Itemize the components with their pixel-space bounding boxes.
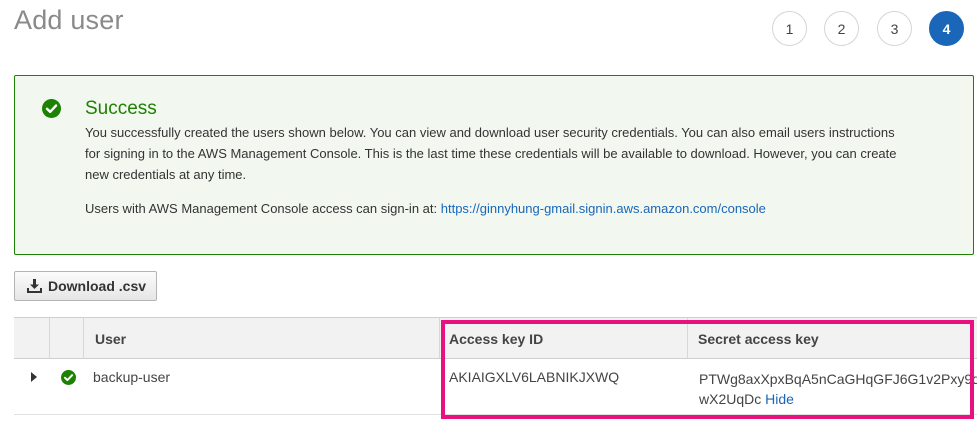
user-name-cell: backup-user: [93, 369, 171, 385]
download-icon: [27, 279, 42, 293]
download-csv-button[interactable]: Download .csv: [14, 271, 157, 301]
step-2-button[interactable]: 2: [824, 11, 859, 46]
wizard-steps: 1 2 3 4: [0, 11, 977, 47]
table-header: User Access key ID Secret access key: [14, 317, 977, 359]
secret-key-line-1: PTWg8axXpxBqA5nCaGHqGFJ6G1v2Pxy9q: [699, 371, 977, 387]
console-signin-label: Users with AWS Management Console access…: [85, 201, 441, 216]
caret-right-icon[interactable]: [30, 372, 38, 382]
console-signin-link[interactable]: https://ginnyhung-gmail.signin.aws.amazo…: [441, 201, 766, 216]
alert-title: Success: [85, 98, 157, 119]
credentials-table: User Access key ID Secret access key bac…: [14, 317, 977, 415]
column-divider: [49, 318, 50, 359]
success-alert: Success You successfully created the use…: [14, 75, 974, 255]
column-divider: [439, 318, 440, 359]
column-header-user[interactable]: User: [95, 318, 126, 359]
console-signin-text: Users with AWS Management Console access…: [85, 201, 766, 216]
download-csv-label: Download .csv: [48, 278, 147, 294]
table-row: backup-user AKIAIGXLV6LABNIKJXWQ PTWg8ax…: [14, 359, 977, 415]
step-4-button-active[interactable]: 4: [929, 11, 964, 46]
column-header-access-key-id[interactable]: Access key ID: [449, 318, 543, 359]
check-circle-icon: [61, 370, 76, 385]
secret-key-line-2: wX2UqDc Hide: [699, 389, 977, 409]
check-circle-icon: [42, 99, 61, 118]
step-3-button[interactable]: 3: [877, 11, 912, 46]
alert-message: You successfully created the users shown…: [85, 125, 897, 182]
column-header-secret-access-key[interactable]: Secret access key: [698, 318, 819, 359]
access-key-id-cell: AKIAIGXLV6LABNIKJXWQ: [449, 369, 620, 385]
add-user-page: Add user 1 2 3 4 Success You successfull…: [0, 0, 977, 426]
step-1-button[interactable]: 1: [772, 11, 807, 46]
column-divider: [687, 318, 688, 359]
column-divider: [83, 318, 84, 359]
hide-secret-link[interactable]: Hide: [765, 391, 794, 407]
secret-key-text: wX2UqDc: [699, 391, 762, 407]
secret-access-key-cell: PTWg8axXpxBqA5nCaGHqGFJ6G1v2Pxy9q wX2UqD…: [699, 369, 977, 409]
